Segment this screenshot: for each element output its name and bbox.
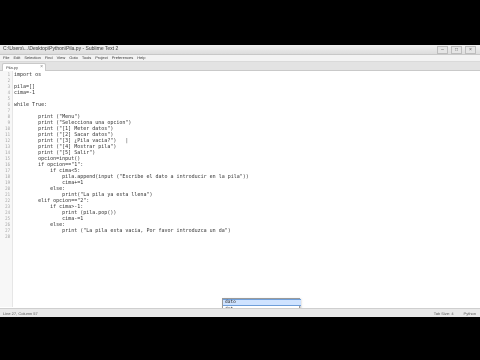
tab-label: Pila.py <box>6 65 19 70</box>
menu-view[interactable]: View <box>57 55 66 61</box>
menu-file[interactable]: File <box>3 55 9 61</box>
menu-selection[interactable]: Selection <box>24 55 40 61</box>
code-editor[interactable]: 1 2 3 4 5 6 7 8 9 10 11 12 13 14 15 16 17 18 19 20 21 22 23 24 2… <box>0 71 480 314</box>
code-line[interactable]: while True: <box>14 102 47 108</box>
syntax-indicator[interactable]: Python <box>464 311 476 316</box>
code-area[interactable]: import os pila=[] cima=-1 while True: print… <box>14 71 480 307</box>
code-line[interactable]: cima=-1 <box>14 90 35 96</box>
tab-size-indicator[interactable]: Tab Size: 4 <box>434 311 454 316</box>
autocomplete-item[interactable]: dato <box>223 299 301 306</box>
menu-preferences[interactable]: Preferences <box>112 55 134 61</box>
status-bar: Line 27, Column 57 Tab Size: 4 Python <box>0 308 480 317</box>
status-right: Tab Size: 4 Python <box>434 311 476 316</box>
menu-project[interactable]: Project <box>95 55 107 61</box>
close-window-button[interactable]: × <box>465 46 476 54</box>
tab-pila-py[interactable]: Pila.py × <box>2 63 46 71</box>
line-number-gutter: 1 2 3 4 5 6 7 8 9 10 11 12 13 14 15 16 17 18 19 20 21 22 23 24 2… <box>0 71 13 307</box>
menu-help[interactable]: Help <box>137 55 145 61</box>
code-line[interactable]: import os <box>14 72 41 78</box>
title-bar: C:\Users\...\Desktop\Python\Pila.py - Su… <box>0 45 480 55</box>
menu-goto[interactable]: Goto <box>69 55 78 61</box>
menu-tools[interactable]: Tools <box>82 55 91 61</box>
code-line[interactable]: print ("La pila esta vacia, Por favor in… <box>14 228 231 234</box>
window-controls: – □ × <box>437 46 476 54</box>
tab-bar: Pila.py × <box>0 62 480 71</box>
cursor-position: Line 27, Column 57 <box>3 311 38 316</box>
menu-find[interactable]: Find <box>45 55 53 61</box>
window-title: C:\Users\...\Desktop\Python\Pila.py - Su… <box>3 46 119 52</box>
line-number: 28 <box>5 234 10 239</box>
editor-window: C:\Users\...\Desktop\Python\Pila.py - Su… <box>0 45 480 317</box>
menu-edit[interactable]: Edit <box>13 55 20 61</box>
maximize-button[interactable]: □ <box>451 46 462 54</box>
close-tab-icon[interactable]: × <box>40 64 43 70</box>
menu-bar: File Edit Selection Find View Goto Tools… <box>0 55 480 62</box>
minimize-button[interactable]: – <box>437 46 448 54</box>
